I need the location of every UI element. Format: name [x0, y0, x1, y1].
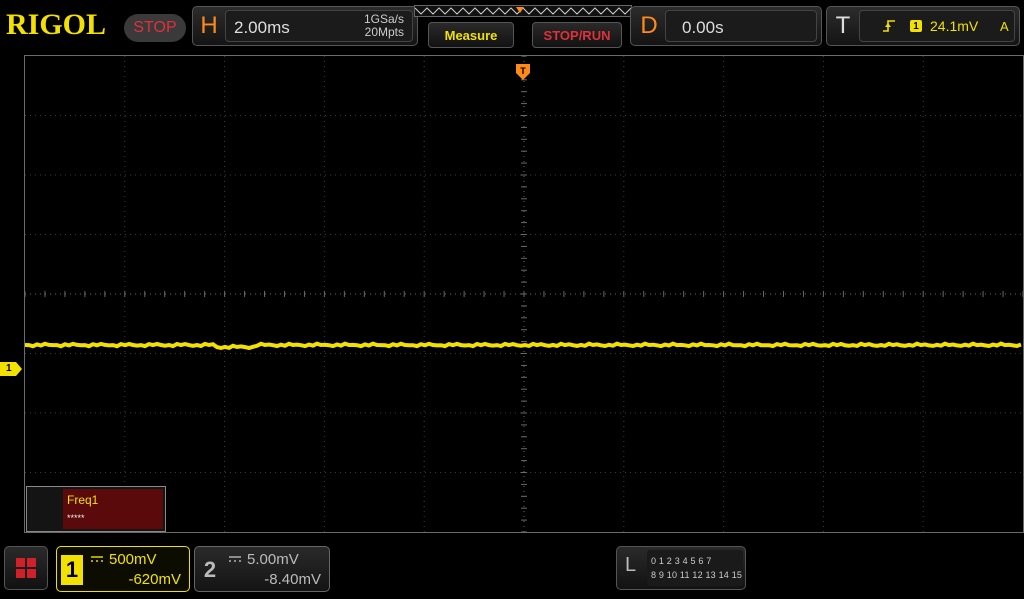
trigger-position-icon[interactable]: T [515, 63, 531, 81]
trigger-panel[interactable]: T 1 24.1mV A [826, 6, 1020, 46]
logic-analyzer-label: L [625, 554, 637, 576]
delay-label: D [640, 12, 658, 39]
menu-grid-icon [16, 558, 36, 578]
trigger-mode: A [1000, 19, 1009, 34]
waveform-grid[interactable] [24, 55, 1024, 533]
channel2-panel[interactable]: 2 5.00mV -8.40mV [194, 546, 330, 592]
measure-button[interactable]: Measure [428, 22, 514, 48]
measurement-box[interactable]: Freq1 ***** [26, 486, 166, 532]
stop-run-button[interactable]: STOP/RUN [532, 22, 622, 48]
channel1-marker-label: 1 [6, 363, 12, 374]
channel2-scale: 5.00mV [247, 551, 299, 568]
logic-channels-row-2: 8 9 10 11 12 13 14 15 [651, 570, 743, 580]
delay-value: 0.00s [682, 18, 724, 37]
dc-coupling-icon [91, 556, 103, 562]
trigger-label: T [835, 12, 851, 39]
horizontal-panel[interactable]: H 2.00ms 1GSa/s 20Mpts [192, 6, 418, 46]
channel1-waveform-trace [25, 341, 1022, 351]
channel1-number: 1 [61, 555, 83, 585]
dc-coupling-icon [229, 556, 241, 562]
logic-channels-box: 0 1 2 3 4 5 6 7 8 9 10 11 12 13 14 15 [647, 550, 743, 586]
horizontal-value-box: 2.00ms 1GSa/s 20Mpts [225, 10, 413, 42]
delay-panel[interactable]: D 0.00s [630, 6, 822, 46]
svg-text:T: T [520, 66, 526, 76]
measurement-readout: Freq1 ***** [63, 489, 163, 529]
rising-edge-icon [883, 20, 895, 32]
memory-depth: 20Mpts [364, 25, 404, 39]
channel1-offset: -620mV [128, 571, 181, 588]
logic-channels-row-1: 0 1 2 3 4 5 6 7 [651, 556, 712, 566]
channel2-offset: -8.40mV [264, 571, 321, 588]
trigger-source-chip: 1 [910, 20, 922, 32]
measurement-value: ***** [67, 513, 85, 523]
logic-analyzer-panel[interactable]: L 0 1 2 3 4 5 6 7 8 9 10 11 12 13 14 15 [616, 546, 746, 590]
grid-graticule [25, 56, 1023, 532]
trigger-level: 24.1mV [930, 18, 979, 34]
run-state-badge[interactable]: STOP [124, 14, 186, 42]
trigger-value-box: 1 24.1mV A [859, 10, 1015, 42]
memory-trigger-position-icon [516, 7, 524, 13]
horizontal-label: H [200, 12, 218, 39]
rigol-logo: RIGOL [6, 8, 107, 41]
main-menu-button[interactable] [4, 546, 48, 590]
delay-value-box: 0.00s [665, 10, 817, 42]
channel1-panel[interactable]: 1 500mV -620mV [56, 546, 190, 592]
channel1-offset-marker[interactable]: 1 [0, 362, 22, 376]
acquisition-info: 1GSa/s 20Mpts [364, 13, 404, 39]
channel2-number: 2 [203, 557, 217, 582]
channel1-scale: 500mV [109, 551, 157, 568]
measurement-title: Freq1 [67, 493, 99, 507]
timebase-value: 2.00ms [234, 18, 290, 37]
sample-rate: 1GSa/s [363, 12, 404, 26]
